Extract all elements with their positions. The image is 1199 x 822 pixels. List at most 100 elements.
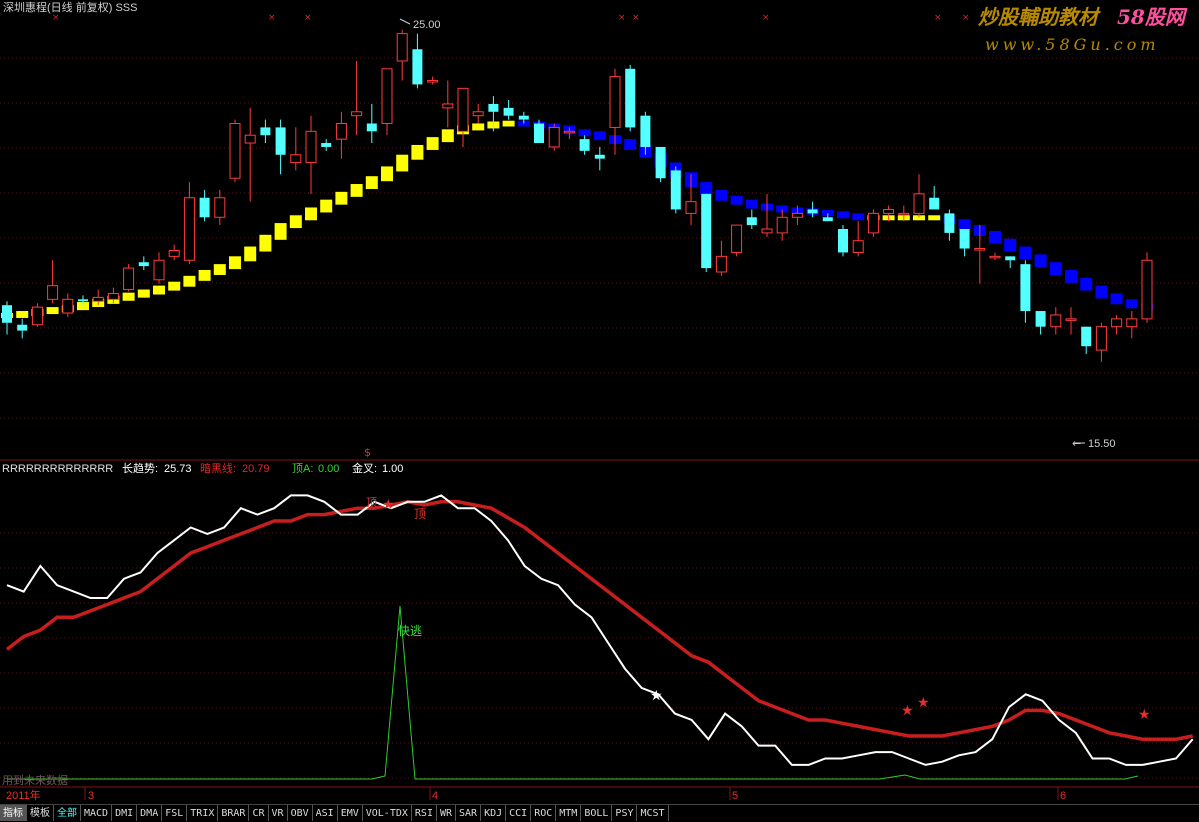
- tab-brar[interactable]: BRAR: [218, 805, 250, 821]
- trend-block: [153, 285, 165, 295]
- watermark-url: www.58Gu.com: [985, 35, 1160, 54]
- trend-block: [502, 120, 515, 127]
- trend-block: [244, 246, 257, 262]
- candle: [31, 303, 43, 327]
- tab-cr[interactable]: CR: [249, 805, 269, 821]
- tab-vol-tdx[interactable]: VOL-TDX: [363, 805, 412, 821]
- tab-mcst[interactable]: MCST: [637, 805, 669, 821]
- tab-sar[interactable]: SAR: [456, 805, 482, 821]
- trend-block: [365, 176, 378, 190]
- trend-block: [593, 131, 606, 141]
- candle: [123, 264, 135, 292]
- trend-block: [411, 144, 424, 160]
- tab-indicator[interactable]: 指标: [0, 805, 27, 821]
- tab-macd[interactable]: MACD: [81, 805, 113, 821]
- legend-golden-cross-value: 1.00: [382, 463, 403, 475]
- trend-block: [852, 213, 865, 221]
- tab-rsi[interactable]: RSI: [412, 805, 437, 821]
- fast-escape-label: 快逃: [398, 624, 422, 638]
- top-signal-label: 顶: [414, 507, 426, 521]
- tab-obv[interactable]: OBV: [288, 805, 313, 821]
- trend-block: [1110, 293, 1123, 305]
- time-axis-month-4: 4: [432, 790, 438, 802]
- svg-text:×: ×: [268, 13, 276, 23]
- trend-block: [1095, 285, 1108, 299]
- high-price-label: 25.00: [413, 19, 441, 31]
- legend-long-trend-value: 25.73: [164, 463, 192, 475]
- time-axis-year: 2011年: [6, 788, 41, 802]
- trend-block: [213, 264, 226, 275]
- candle: [229, 119, 241, 183]
- trend-block: [426, 137, 439, 150]
- tab-dma[interactable]: DMA: [137, 805, 163, 821]
- trend-block: [274, 223, 287, 240]
- tab-boll[interactable]: BOLL: [581, 805, 613, 821]
- svg-text:×: ×: [304, 13, 312, 23]
- tab-all[interactable]: 全部: [54, 805, 81, 821]
- trend-block: [730, 195, 743, 205]
- candle: [655, 146, 666, 183]
- tab-psy[interactable]: PSY: [612, 805, 638, 821]
- time-axis-month-3: 3: [88, 790, 94, 802]
- legend-top-a-label: 顶A:: [292, 462, 313, 475]
- candle: [548, 123, 560, 151]
- trend-block: [472, 123, 485, 131]
- trend-block: [198, 269, 211, 281]
- tab-fsl[interactable]: FSL: [162, 805, 188, 821]
- trend-block: [396, 154, 409, 172]
- trend-block: [16, 311, 29, 318]
- time-axis-month-6: 6: [1060, 790, 1066, 802]
- tab-trix[interactable]: TRIX: [187, 805, 219, 821]
- trend-block: [700, 182, 713, 195]
- tab-vr[interactable]: VR: [269, 805, 288, 821]
- star-marker: ★: [650, 688, 663, 704]
- trend-block: [335, 191, 348, 205]
- trend-block: [259, 234, 272, 252]
- chart-window[interactable]: 深圳惠程(日线 前复权) SSS 炒股輔助教材 58股网 www.58Gu.co…: [0, 0, 1199, 821]
- star-marker: ★: [382, 497, 395, 513]
- tab-dmi[interactable]: DMI: [112, 805, 138, 821]
- trend-block: [928, 215, 941, 221]
- trend-block: [168, 281, 181, 291]
- trend-block: [381, 166, 393, 182]
- watermark-site: 58股网: [1117, 5, 1188, 29]
- watermark-main: 炒股輔助教材: [978, 5, 1101, 29]
- svg-text:×: ×: [618, 13, 626, 23]
- tab-roc[interactable]: ROC: [531, 805, 557, 821]
- trend-block: [46, 307, 59, 315]
- svg-text:×: ×: [762, 13, 770, 23]
- svg-text:×: ×: [52, 13, 60, 23]
- indicator-tab-bar: 指标 模板 全部 MACD DMI DMA FSL TRIX BRAR CR V…: [0, 804, 1199, 822]
- tab-kdj[interactable]: KDJ: [481, 805, 507, 821]
- legend-dark-line-label: 暗黑线:: [200, 461, 236, 475]
- top-signal-label-2: 顶: [366, 496, 377, 509]
- trend-block: [441, 129, 454, 143]
- trend-block: [989, 230, 1001, 244]
- candle: [1141, 252, 1153, 323]
- trend-block: [289, 215, 302, 229]
- tab-wr[interactable]: WR: [437, 805, 457, 821]
- tab-asi[interactable]: ASI: [313, 805, 338, 821]
- svg-text:×: ×: [934, 13, 942, 23]
- indicator-dollar-mark: $: [364, 446, 371, 459]
- source-note: 用到未来数据: [2, 773, 68, 787]
- trend-block: [305, 207, 317, 221]
- tab-template[interactable]: 模板: [27, 805, 54, 821]
- trend-block: [1080, 277, 1093, 291]
- legend-top-a-value: 0.00: [318, 463, 339, 475]
- trend-block: [1004, 238, 1017, 252]
- legend-golden-cross-label: 金叉:: [352, 461, 377, 475]
- svg-text:←: ←: [1072, 437, 1081, 450]
- low-price-label: 15.50: [1088, 438, 1116, 450]
- star-marker: ★: [1138, 707, 1151, 723]
- svg-text:×: ×: [632, 13, 640, 23]
- candle: [701, 193, 712, 272]
- trend-block: [1125, 299, 1138, 309]
- tab-mtm[interactable]: MTM: [556, 805, 582, 821]
- trend-block: [745, 199, 758, 209]
- legend-dark-line-value: 20.79: [242, 463, 270, 475]
- tab-emv[interactable]: EMV: [338, 805, 363, 821]
- tab-cci[interactable]: CCI: [506, 805, 532, 821]
- trend-block: [1019, 246, 1032, 260]
- time-axis-month-5: 5: [732, 790, 738, 802]
